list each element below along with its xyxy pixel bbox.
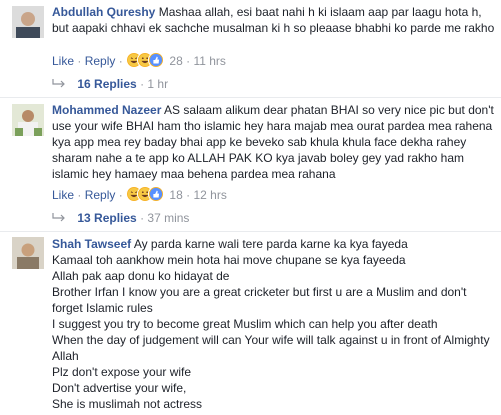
replies-timestamp: 37 mins (147, 211, 190, 225)
comment-line: She is muslimah not actress (52, 397, 203, 411)
timestamp[interactable]: 12 hrs (193, 188, 226, 202)
comment-line: I suggest you try to become great Muslim… (52, 317, 438, 331)
separator: · (77, 188, 82, 202)
timestamp[interactable]: 11 hrs (193, 54, 225, 68)
separator: · (118, 188, 123, 202)
reaction-count[interactable]: 28 (169, 54, 182, 68)
comment-line: Allah pak aap donu ko hidayat de (52, 269, 230, 283)
divider (0, 231, 501, 232)
like-icon (148, 52, 165, 68)
separator: · (140, 77, 145, 91)
replies-timestamp: 1 hr (147, 77, 169, 91)
comment-line: Kamaal toh aankhow mein hota hai move ch… (52, 253, 406, 267)
comment-line: Plz don't expose your wife (52, 365, 192, 379)
reply-link[interactable]: Reply (85, 188, 116, 202)
separator: · (77, 54, 82, 68)
commenter-name[interactable]: Abdullah Qureshy (52, 5, 155, 19)
commenter-name[interactable]: Shah Tawseef (52, 237, 131, 251)
separator: · (186, 188, 191, 202)
avatar[interactable] (12, 237, 44, 269)
separator: · (140, 211, 145, 225)
replies-count-link[interactable]: 16 Replies (77, 77, 136, 91)
reactions[interactable] (126, 52, 166, 68)
view-replies[interactable]: 13 Replies · 37 mins (52, 210, 189, 226)
replies-count-link[interactable]: 13 Replies (77, 211, 136, 225)
reply-arrow-icon (52, 213, 65, 222)
separator: · (118, 54, 123, 68)
commenter-name[interactable]: Mohammed Nazeer (52, 103, 161, 117)
comment-actions: Like · Reply · 18 · 12 hrs (52, 186, 227, 202)
comment-actions: Like · Reply · 28 · 11 hrs (52, 52, 226, 68)
reply-link[interactable]: Reply (85, 54, 116, 68)
like-link[interactable]: Like (52, 188, 74, 202)
reaction-count[interactable]: 18 (169, 188, 182, 202)
reactions[interactable] (126, 186, 166, 202)
comment-line: Ay parda karne wali tere parda karne ka … (133, 237, 408, 251)
separator: · (186, 54, 191, 68)
avatar[interactable] (12, 104, 44, 136)
comment-line: Brother Irfan I know you are a great cri… (52, 285, 467, 315)
avatar[interactable] (12, 6, 44, 38)
like-link[interactable]: Like (52, 54, 74, 68)
comment-line: Don't advertise your wife, (52, 381, 187, 395)
like-icon (148, 186, 165, 202)
reply-arrow-icon (52, 79, 65, 88)
comment-line: When the day of judgement will can Your … (52, 333, 490, 363)
view-replies[interactable]: 16 Replies · 1 hr (52, 76, 168, 92)
divider (0, 97, 501, 98)
